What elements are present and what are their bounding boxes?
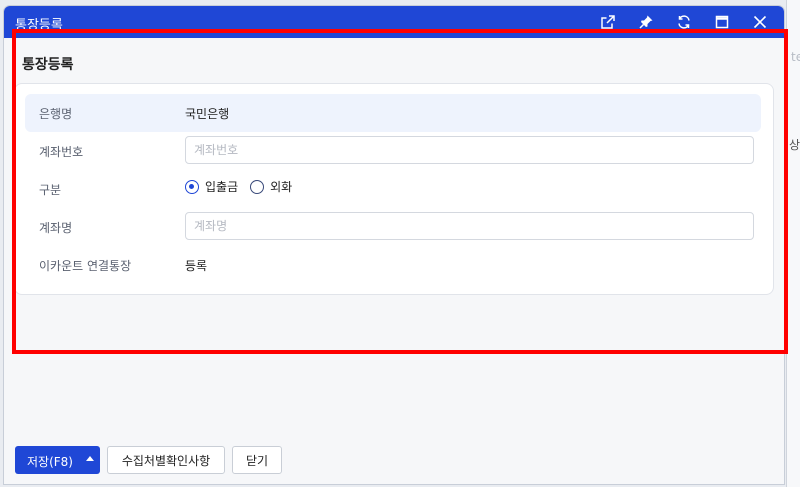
account-name-row: 계좌명 [25, 208, 761, 246]
radio-foreign-currency-label[interactable]: 외화 [270, 178, 292, 195]
close-icon[interactable] [744, 11, 776, 33]
account-number-row: 계좌번호 [25, 132, 761, 170]
ecount-label: 이카운트 연결통장 [39, 259, 132, 273]
background-right-edge: te 상 [786, 0, 800, 487]
close-button[interactable]: 닫기 [232, 446, 282, 474]
account-name-label: 계좌명 [39, 221, 73, 235]
collect-info-button[interactable]: 수집처별확인사항 [107, 446, 225, 474]
account-number-label: 계좌번호 [39, 145, 84, 159]
dialog-window: 통장등록 통장등록 은행명 국민은행 계좌번호 계좌번호 구분 입출금 외화 계… [4, 6, 784, 484]
type-radio-group: 입출금 외화 [185, 178, 304, 195]
form-panel: 은행명 국민은행 계좌번호 구분 입출금 외화 계좌명 이카운트 연결통 [14, 83, 774, 295]
ecount-row: 이카운트 연결통장 등록 [25, 246, 761, 284]
type-row: 구분 입출금 외화 [25, 170, 761, 208]
account-number-input[interactable] [186, 137, 753, 163]
save-button-label: 저장(F8) [27, 455, 73, 469]
refresh-icon[interactable] [668, 11, 700, 33]
bank-label: 은행명 [39, 107, 73, 121]
form-title: 통장등록 [22, 57, 74, 73]
titlebar: 통장등록 [4, 6, 784, 38]
save-button[interactable]: 저장(F8) [15, 446, 100, 474]
footer-toolbar: 저장(F8) 수집처별확인사항 닫기 [4, 446, 784, 484]
radio-deposit-withdrawal-label[interactable]: 입출금 [205, 178, 238, 195]
radio-deposit-withdrawal[interactable] [185, 179, 199, 194]
account-name-input[interactable] [186, 213, 753, 239]
account-name-field[interactable] [185, 212, 754, 240]
background-text: 상 [789, 138, 800, 152]
save-dropdown-caret-icon[interactable] [86, 456, 94, 461]
background-text: te [791, 50, 800, 64]
bank-value: 국민은행 [185, 107, 230, 121]
radio-foreign-currency[interactable] [250, 179, 265, 194]
type-label: 구분 [39, 183, 62, 197]
ecount-register-link[interactable]: 등록 [185, 257, 207, 274]
maximize-icon[interactable] [706, 11, 738, 33]
bank-row: 은행명 국민은행 [25, 94, 761, 132]
window-title: 통장등록 [15, 18, 63, 33]
pin-icon[interactable] [630, 11, 662, 33]
account-number-field[interactable] [185, 136, 754, 164]
external-link-icon[interactable] [592, 11, 624, 33]
